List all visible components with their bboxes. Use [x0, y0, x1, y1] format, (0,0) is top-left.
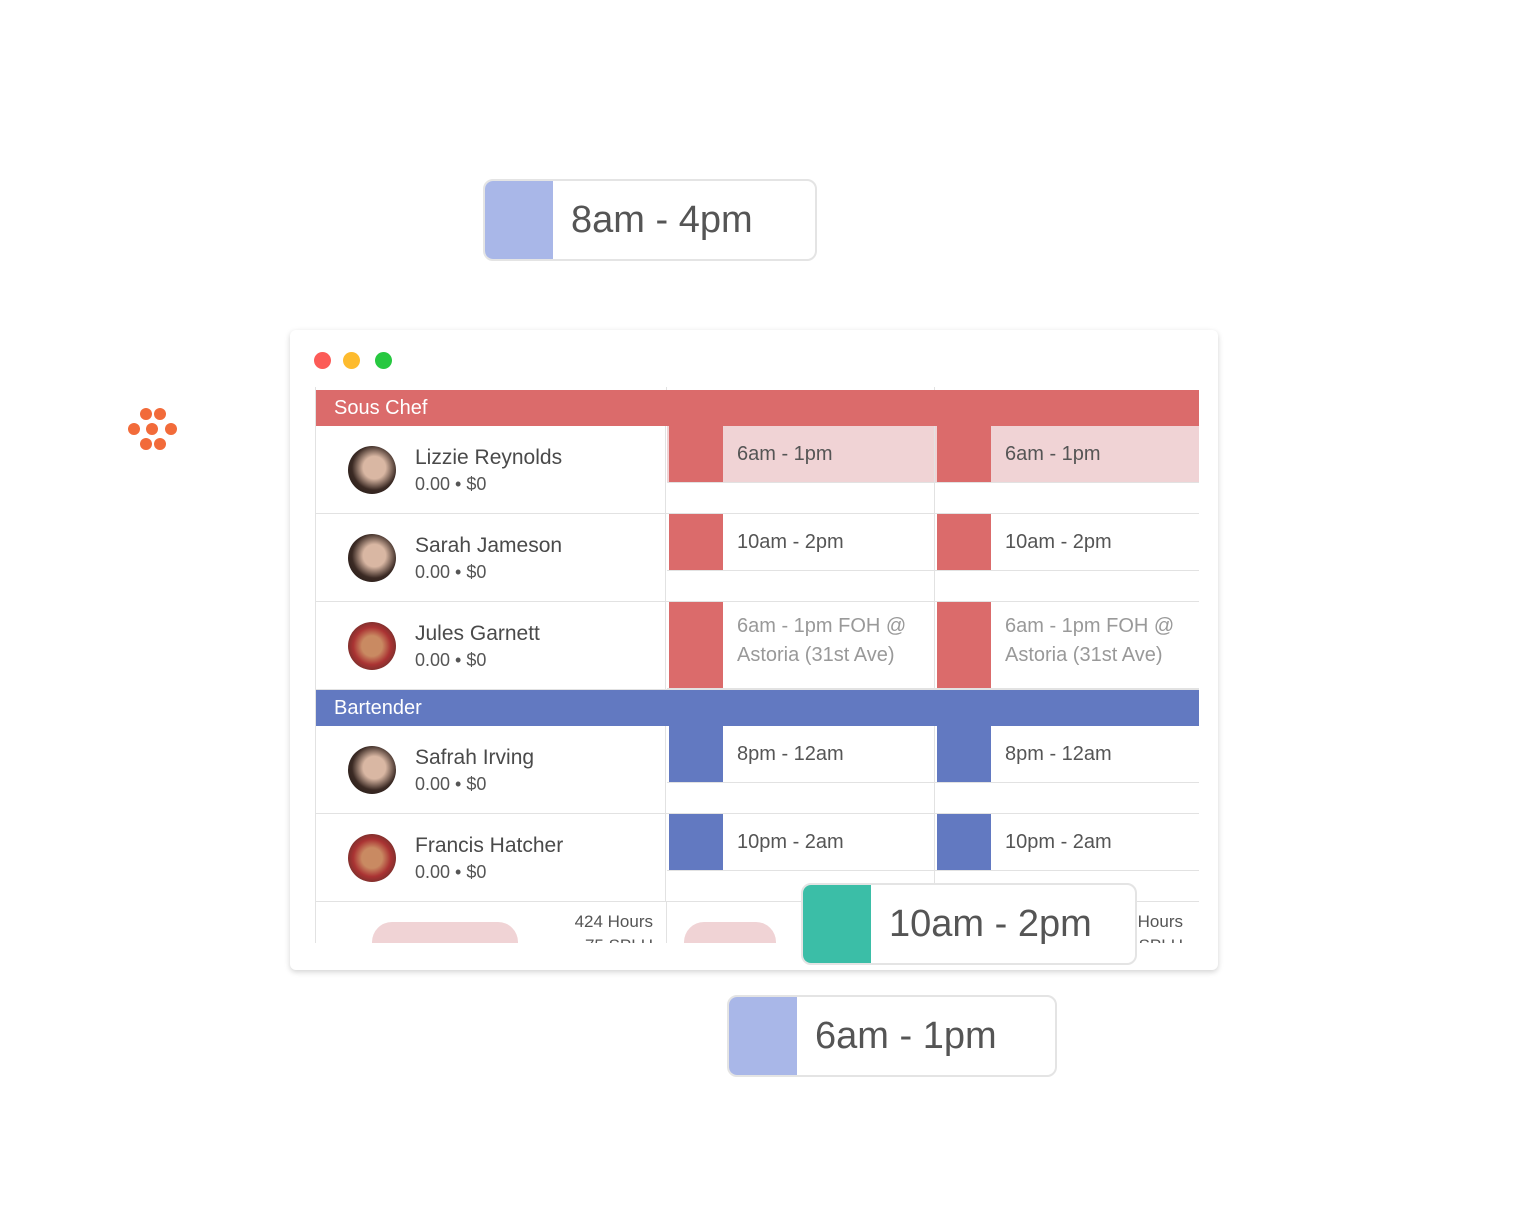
employee-stats: 0.00 • $0 [415, 862, 487, 882]
shift-time: 6am - 1pm [737, 443, 833, 465]
shift-time: 10pm - 2am [737, 831, 844, 853]
shift-block[interactable]: 10pm - 2am [667, 814, 935, 871]
shift-time: 6am - 1pm [815, 1014, 997, 1057]
minimize-dot-icon[interactable] [343, 352, 360, 369]
employee-cell: Safrah Irving 0.00 • $0 [316, 726, 666, 814]
shift-time: 6am - 1pm [1005, 443, 1101, 465]
shift-color-swatch [669, 726, 723, 782]
employee-stats: 0.00 • $0 [415, 562, 487, 582]
employee-row: Sarah Jameson 0.00 • $0 10am - 2pm 10am … [316, 514, 1199, 602]
employee-name: Lizzie Reynolds [415, 446, 563, 469]
employee-name: Jules Garnett [415, 622, 540, 645]
total-splh: 75 SPLH [585, 936, 653, 943]
shift-time: 8pm - 12am [737, 743, 844, 765]
shift-block[interactable]: 6am - 1pm [935, 426, 1199, 483]
close-dot-icon[interactable] [314, 352, 331, 369]
avatar [348, 746, 396, 794]
shift-color-swatch [937, 514, 991, 570]
shift-block[interactable]: 8pm - 12am [935, 726, 1199, 783]
employee-name: Sarah Jameson [415, 534, 563, 557]
floating-shift-card[interactable]: 6am - 1pm [727, 995, 1057, 1077]
schedule-window: Sous Chef Lizzie Reynolds 0.00 • $0 6am … [290, 330, 1218, 970]
shift-color-swatch [669, 814, 723, 870]
schedule-table: Sous Chef Lizzie Reynolds 0.00 • $0 6am … [315, 387, 1199, 943]
employee-cell: Francis Hatcher 0.00 • $0 [316, 814, 666, 902]
shift-block[interactable]: 6am - 1pm FOH @ Astoria (31st Ave) [935, 602, 1199, 689]
floating-shift-card[interactable]: 10am - 2pm [801, 883, 1137, 965]
employee-row: Jules Garnett 0.00 • $0 6am - 1pm FOH @ … [316, 602, 1199, 690]
employee-cell: Jules Garnett 0.00 • $0 [316, 602, 666, 690]
shift-color-swatch [937, 814, 991, 870]
avatar [348, 446, 396, 494]
employee-cell: Sarah Jameson 0.00 • $0 [316, 514, 666, 602]
shift-time: 10am - 2pm [737, 531, 844, 553]
shift-block[interactable]: 10am - 2pm [667, 514, 935, 571]
shift-block[interactable]: 10am - 2pm [935, 514, 1199, 571]
shift-color-swatch [937, 726, 991, 782]
floating-shift-card[interactable]: 8am - 4pm [483, 179, 817, 261]
employee-cell: Lizzie Reynolds 0.00 • $0 [316, 426, 666, 514]
employee-stats: 0.00 • $0 [415, 474, 487, 494]
shift-block[interactable]: 6am - 1pm [667, 426, 935, 483]
shift-time: 10pm - 2am [1005, 831, 1112, 853]
employee-name: Francis Hatcher [415, 834, 564, 857]
shift-color-swatch [803, 885, 871, 963]
shift-time: 10am - 2pm [889, 902, 1092, 945]
shift-block[interactable]: 10pm - 2am [935, 814, 1199, 871]
total-hours: 424 Hours [574, 912, 653, 931]
shift-color-swatch [937, 602, 991, 688]
avatar [348, 534, 396, 582]
avatar [348, 622, 396, 670]
shift-time: 6am - 1pm FOH @ Astoria (31st Ave) [737, 615, 907, 666]
group-header: Sous Chef [316, 390, 1199, 426]
summary-bar [684, 922, 776, 943]
employee-stats: 0.00 • $0 [415, 774, 487, 794]
shift-time: 6am - 1pm FOH @ Astoria (31st Ave) [1005, 615, 1175, 666]
employee-row: Lizzie Reynolds 0.00 • $0 6am - 1pm 6am … [316, 426, 1199, 514]
total-splh: SPLH [1139, 936, 1183, 943]
shift-color-swatch [669, 602, 723, 688]
shift-color-swatch [937, 426, 991, 482]
group-header: Bartender [316, 690, 1199, 726]
shift-time: 8am - 4pm [571, 198, 753, 241]
maximize-dot-icon[interactable] [375, 352, 392, 369]
employee-name: Safrah Irving [415, 746, 535, 769]
shift-color-swatch [485, 181, 553, 259]
shift-color-swatch [669, 426, 723, 482]
total-hours: Hours [1137, 912, 1183, 931]
avatar [348, 834, 396, 882]
shift-time: 10am - 2pm [1005, 531, 1112, 553]
employee-stats: 0.00 • $0 [415, 650, 487, 670]
shift-color-swatch [729, 997, 797, 1075]
shift-block[interactable]: 8pm - 12am [667, 726, 935, 783]
employee-row: Safrah Irving 0.00 • $0 8pm - 12am 8pm -… [316, 726, 1199, 814]
shift-color-swatch [669, 514, 723, 570]
summary-bar [372, 922, 518, 943]
shift-block[interactable]: 6am - 1pm FOH @ Astoria (31st Ave) [667, 602, 935, 689]
shift-time: 8pm - 12am [1005, 743, 1112, 765]
